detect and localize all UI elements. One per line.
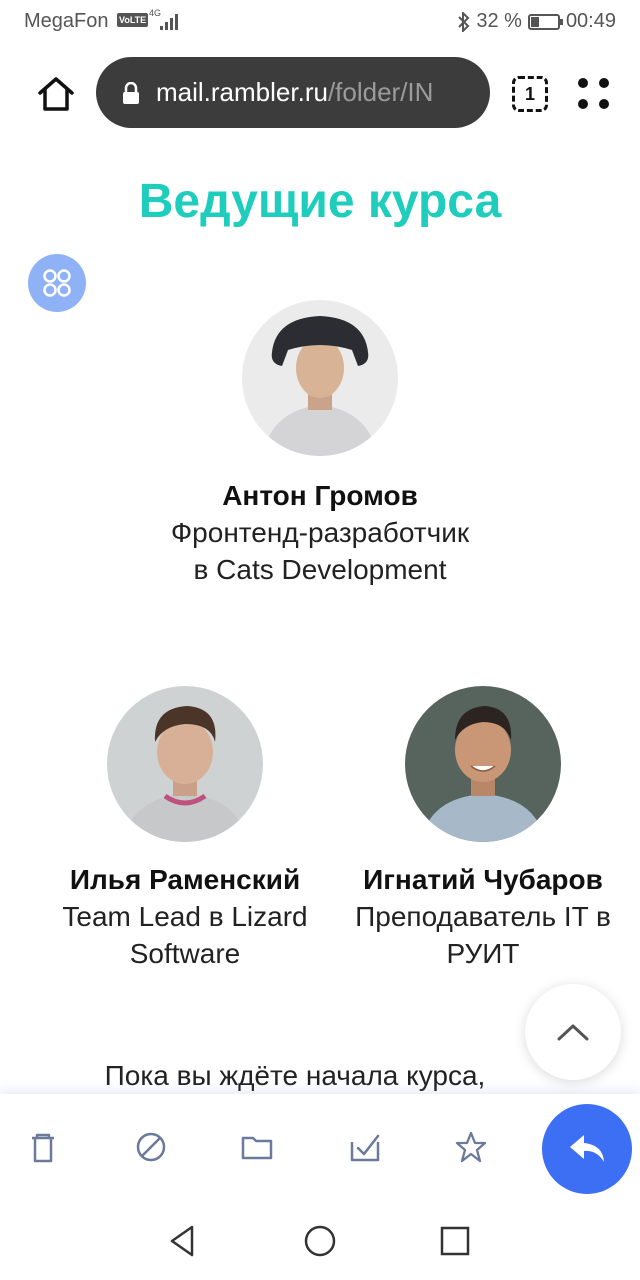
instructor-photo bbox=[242, 300, 398, 456]
instructor-name: Илья Раменский bbox=[69, 864, 301, 895]
recents-icon[interactable] bbox=[438, 1224, 472, 1258]
instructor-photo bbox=[107, 686, 263, 842]
bluetooth-icon bbox=[458, 11, 470, 32]
reply-icon bbox=[570, 1135, 604, 1162]
trash-icon[interactable] bbox=[26, 1130, 60, 1164]
battery-percent: 32 % bbox=[476, 10, 522, 32]
email-body: Ведущие курса Антон Громов Фронтенд-разр… bbox=[0, 144, 640, 1094]
tabs-button[interactable]: 1 bbox=[512, 76, 548, 112]
volte-badge: VoLTE bbox=[117, 13, 149, 27]
carrier-name: MegaFon bbox=[24, 10, 109, 32]
folder-icon[interactable] bbox=[240, 1130, 274, 1164]
instructor-role: Фронтенд-разработчик в Cats Development bbox=[170, 517, 470, 585]
instructor-card: Илья Раменский Team Lead в Lizard Softwa… bbox=[40, 686, 330, 972]
instructor-role: Преподаватель IT в РУИТ bbox=[355, 901, 611, 969]
mark-read-icon[interactable] bbox=[348, 1130, 382, 1164]
apps-button[interactable] bbox=[28, 254, 86, 312]
android-nav-bar bbox=[0, 1202, 640, 1280]
spam-block-icon[interactable] bbox=[134, 1130, 168, 1164]
status-right: 32 % 00:49 bbox=[458, 10, 616, 33]
star-icon[interactable] bbox=[454, 1130, 488, 1164]
home-nav-icon[interactable] bbox=[303, 1224, 337, 1258]
back-icon[interactable] bbox=[166, 1224, 200, 1258]
signal-icon bbox=[160, 14, 178, 30]
battery-icon bbox=[527, 13, 563, 30]
apps-grid-icon bbox=[43, 269, 71, 297]
instructor-name: Игнатий Чубаров bbox=[363, 864, 603, 895]
section-heading: Ведущие курса bbox=[138, 175, 502, 228]
home-icon[interactable] bbox=[36, 74, 76, 114]
url-path: /folder/IN bbox=[327, 77, 434, 107]
browser-menu-icon[interactable] bbox=[578, 78, 610, 110]
chevron-up-icon bbox=[557, 1024, 589, 1041]
clock: 00:49 bbox=[565, 10, 616, 32]
instructor-card: Игнатий Чубаров Преподаватель IT в РУИТ bbox=[340, 686, 626, 972]
instructor-photo bbox=[405, 686, 561, 842]
address-bar[interactable]: mail.rambler.ru/folder/IN bbox=[96, 57, 490, 128]
lock-icon bbox=[123, 81, 139, 104]
instructor-card: Антон Громов Фронтенд-разработчик в Cats… bbox=[160, 300, 480, 588]
reply-button[interactable] bbox=[542, 1104, 632, 1194]
intro-text: Пока вы ждёте начала курса, bbox=[104, 1060, 486, 1091]
url-text: mail.rambler.ru/folder/IN bbox=[156, 77, 433, 108]
instructor-name: Антон Громов bbox=[222, 480, 418, 511]
url-host: mail.rambler.ru bbox=[156, 77, 328, 107]
browser-toolbar: mail.rambler.ru/folder/IN 1 bbox=[0, 44, 640, 144]
scroll-top-button[interactable] bbox=[525, 984, 621, 1080]
instructor-role: Team Lead в Lizard Software bbox=[62, 901, 308, 969]
status-bar: MegaFon VoLTE 4G 32 % 00:49 bbox=[0, 0, 640, 44]
